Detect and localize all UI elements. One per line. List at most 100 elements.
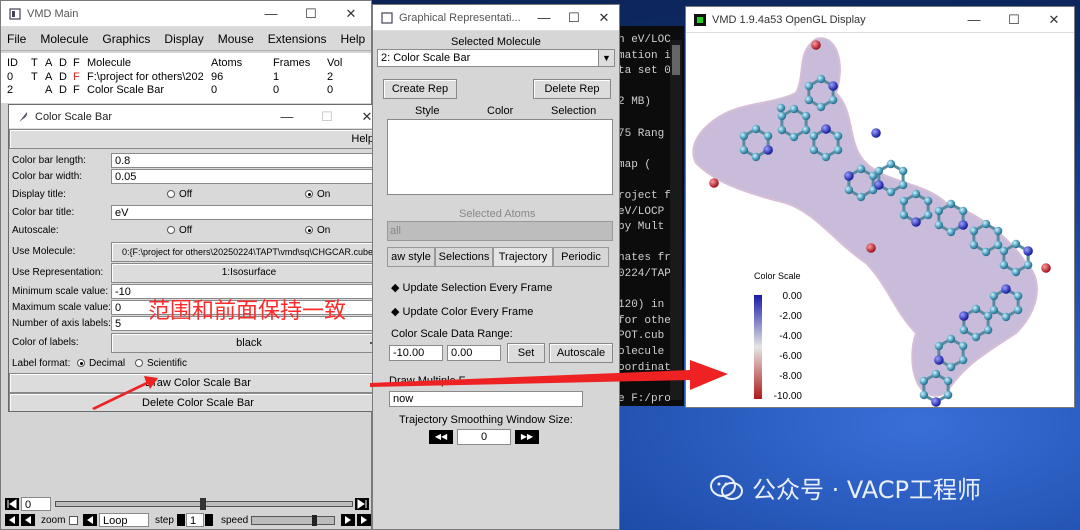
zoom-checkbox[interactable] — [69, 516, 78, 525]
step-increase-button[interactable] — [205, 514, 213, 526]
step-decrease-button[interactable] — [177, 514, 185, 526]
minimize-button[interactable]: — — [251, 6, 291, 22]
step-back-frame-button[interactable] — [83, 514, 97, 526]
minimize-button[interactable]: — — [529, 10, 559, 26]
step-input[interactable]: 1 — [186, 513, 204, 527]
decimal-radio[interactable]: Decimal — [77, 358, 125, 369]
use-molecule-menu[interactable]: 0:{F:\project for others\20250224\TAPT\v… — [111, 242, 387, 262]
close-button[interactable]: ✕ — [589, 10, 619, 26]
close-button[interactable]: ✕ — [331, 6, 371, 22]
smoothing-increase-button[interactable]: ▶▶ — [515, 430, 539, 444]
console-line: map ( — [618, 158, 652, 171]
delete-rep-button[interactable]: Delete Rep — [533, 79, 611, 99]
console-line: n eV/LOC — [618, 34, 671, 46]
window-title: Graphical Representati... — [399, 11, 521, 24]
width-input[interactable]: 0.05 — [111, 169, 387, 184]
menu-graphics[interactable]: Graphics — [102, 32, 150, 46]
vmd-main-titlebar[interactable]: VMD Main — ☐ ✕ — [1, 1, 371, 27]
autoscale-on-radio[interactable]: On — [305, 225, 330, 236]
help-button[interactable]: Help — [9, 129, 387, 149]
use-rep-menu[interactable]: 1:Isosurface — [111, 263, 387, 283]
window-title: VMD Main — [27, 7, 79, 20]
console-scrollbar[interactable] — [670, 40, 682, 400]
menu-mouse[interactable]: Mouse — [218, 32, 254, 46]
menu-molecule[interactable]: Molecule — [40, 32, 88, 46]
update-selection-check[interactable]: ◆ Update Selection Every Frame — [391, 281, 552, 294]
column-header[interactable]: Vol — [327, 57, 342, 69]
range-max-input[interactable]: 0.00 — [447, 345, 501, 361]
scientific-radio[interactable]: Scientific — [135, 358, 187, 369]
display-title-on-radio[interactable]: On — [305, 189, 330, 200]
column-header[interactable]: F — [73, 57, 80, 69]
update-color-check[interactable]: ◆ Update Color Every Frame — [391, 305, 533, 318]
display-title-off-radio[interactable]: Off — [167, 189, 192, 200]
molecule-cell-frames: 1 — [273, 71, 280, 83]
graph-rep-titlebar[interactable]: Graphical Representati... — ☐ ✕ — [373, 5, 619, 31]
smoothing-decrease-button[interactable]: ◀◀ — [429, 430, 453, 444]
loop-select[interactable]: Loop — [99, 513, 149, 527]
go-start-button[interactable] — [5, 498, 19, 510]
console-line: nates fr — [618, 252, 671, 265]
molecule-row[interactable]: 2 A D F Color Scale Bar 0 0 0 — [1, 84, 371, 97]
console-line: by Mult — [618, 221, 665, 234]
play-forward-button[interactable] — [341, 514, 355, 526]
column-header[interactable]: Atoms — [211, 57, 242, 69]
length-label: Color bar length: — [12, 155, 86, 166]
smoothing-input[interactable]: 0 — [457, 429, 511, 445]
tab-selections[interactable]: Selections — [435, 247, 493, 267]
tab-periodic[interactable]: Periodic — [553, 247, 609, 267]
create-rep-button[interactable]: Create Rep — [383, 79, 457, 99]
tab-trajectory[interactable]: Trajectory — [493, 247, 553, 267]
autoscale-off-radio[interactable]: Off — [167, 225, 192, 236]
selected-atoms-input[interactable]: all — [387, 221, 613, 241]
selected-molecule-select[interactable]: 2: Color Scale Bar ▼ — [377, 49, 615, 67]
color-column-header: Color — [487, 105, 514, 117]
speed-slider[interactable] — [251, 515, 335, 526]
color-scale-titlebar[interactable]: Color Scale Bar — ☐ ✕ — [9, 105, 387, 129]
frame-input[interactable]: 0 — [21, 497, 51, 511]
molecule-list: ID T A D F Molecule Atoms Frames Vol 0 T A D F F:\pro… — [1, 53, 371, 103]
column-header[interactable]: A — [45, 57, 52, 69]
length-input[interactable]: 0.8 — [111, 153, 387, 168]
tab-aw-style[interactable]: aw style — [387, 247, 435, 267]
delete-color-scale-bar-button[interactable]: Delete Color Scale Bar — [9, 393, 387, 411]
menu-display[interactable]: Display — [164, 32, 203, 46]
column-header[interactable]: D — [59, 57, 67, 69]
range-min-input[interactable]: -10.00 — [389, 345, 443, 361]
set-range-button[interactable]: Set — [507, 343, 545, 363]
step-forward-button[interactable] — [357, 514, 371, 526]
menu-help[interactable]: Help — [341, 32, 366, 46]
minimize-button[interactable]: — — [954, 12, 994, 28]
column-header[interactable]: Frames — [273, 57, 310, 69]
molecule-render[interactable]: Color Scale 0.00 -2.00 -4.00 -6.00 -8.00 -10.… — [686, 33, 1074, 407]
color-labels-menu[interactable]: black — [111, 333, 387, 353]
frame-slider[interactable] — [55, 498, 353, 510]
rep-list[interactable] — [387, 119, 613, 195]
autoscale-button[interactable]: Autoscale — [549, 343, 613, 363]
maximize-button[interactable]: ☐ — [559, 10, 589, 26]
draw-color-scale-bar-button[interactable]: Draw Color Scale Bar — [9, 373, 387, 393]
maximize-button[interactable]: ☐ — [994, 12, 1034, 28]
column-header[interactable]: ID — [7, 57, 18, 69]
molecule-cell-a: A — [45, 84, 53, 96]
bar-title-input[interactable]: eV — [111, 205, 387, 220]
maximize-button[interactable]: ☐ — [291, 6, 331, 22]
console-line: ta set 0 — [618, 65, 671, 78]
step-back-button[interactable] — [5, 514, 19, 526]
menu-file[interactable]: File — [7, 32, 26, 46]
color-scale-label: -10.00 — [774, 391, 803, 402]
color-scale-label: 0.00 — [783, 291, 803, 302]
close-button[interactable]: ✕ — [1034, 12, 1074, 28]
menu-extensions[interactable]: Extensions — [268, 32, 327, 46]
maximize-button[interactable]: ☐ — [307, 109, 347, 125]
column-header[interactable]: T — [31, 57, 38, 69]
selected-molecule-value: 2: Color Scale Bar — [381, 52, 471, 64]
draw-multiple-input[interactable]: now — [389, 391, 583, 407]
play-reverse-button[interactable] — [21, 514, 35, 526]
column-header[interactable]: Molecule — [87, 57, 131, 69]
go-end-button[interactable] — [355, 498, 369, 510]
minimize-button[interactable]: — — [267, 109, 307, 125]
molecule-row[interactable]: 0 T A D F F:\project for others\202 96 1 2 — [1, 71, 371, 84]
use-rep-label: Use Representation: — [12, 267, 104, 278]
opengl-titlebar[interactable]: VMD 1.9.4a53 OpenGL Display — ☐ ✕ — [686, 7, 1074, 33]
